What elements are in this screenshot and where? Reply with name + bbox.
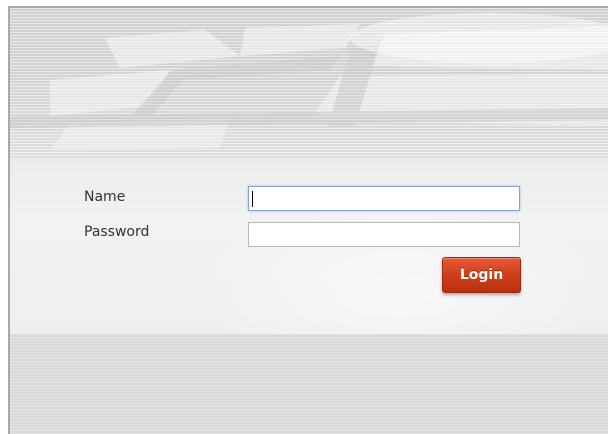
password-label: Password xyxy=(84,224,150,240)
abstract-map-graphic xyxy=(10,13,608,150)
footer-area xyxy=(10,334,608,434)
name-label: Name xyxy=(84,189,126,205)
login-window: Name Password Login xyxy=(0,0,608,434)
password-input[interactable] xyxy=(248,222,520,247)
header-banner-image xyxy=(10,8,608,168)
name-input[interactable] xyxy=(248,186,520,211)
login-button[interactable]: Login xyxy=(442,257,521,293)
login-panel xyxy=(8,6,608,434)
text-caret xyxy=(252,191,253,207)
